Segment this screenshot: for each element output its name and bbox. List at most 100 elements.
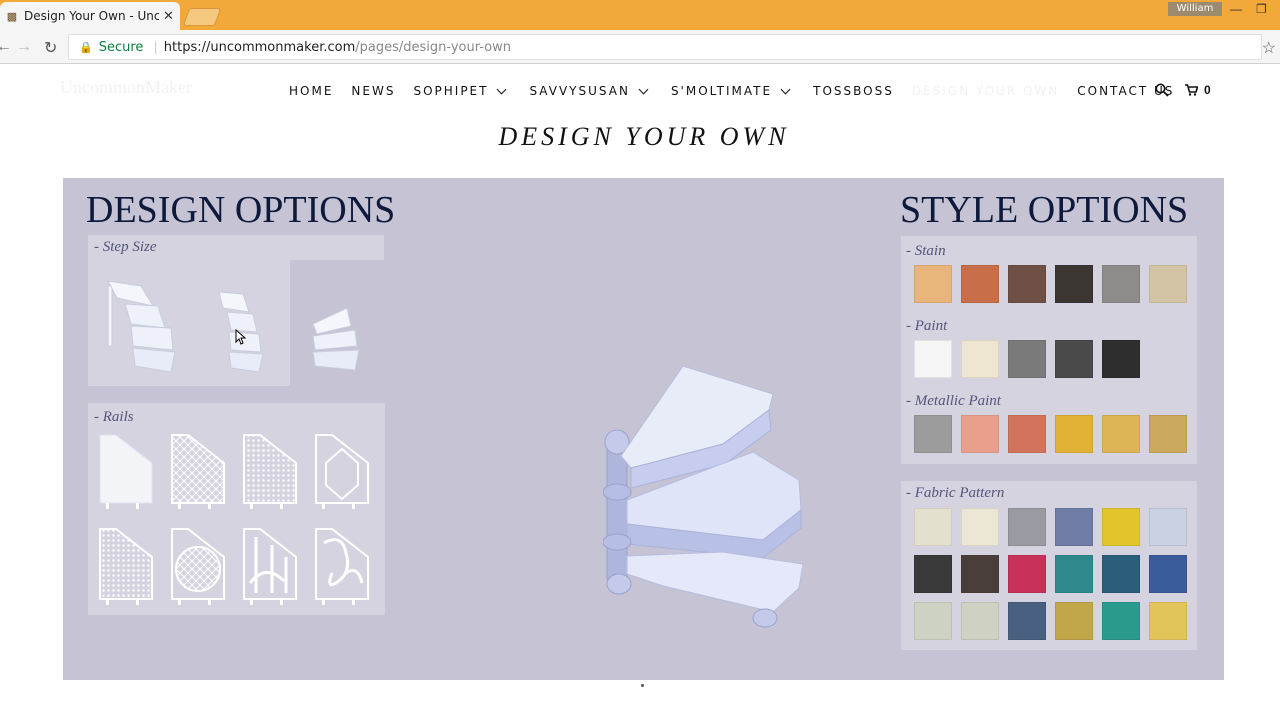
fabric-swatch[interactable] <box>914 508 952 546</box>
cart-count: 0 <box>1204 83 1211 97</box>
nav-news[interactable]: NEWS <box>351 84 395 98</box>
metallic-swatch[interactable] <box>1055 415 1093 453</box>
fabric-swatch[interactable] <box>1055 602 1093 640</box>
tab-close-icon[interactable]: ✕ <box>163 8 174 24</box>
fabric-swatch[interactable] <box>1102 555 1140 593</box>
fabric-swatch[interactable] <box>1149 555 1187 593</box>
address-toolbar: ← → ↻ 🔒 Secure | https://uncommonmaker.c… <box>0 30 1280 64</box>
fabric-pattern-label: - Fabric Pattern <box>906 485 1005 501</box>
cart-button[interactable]: 0 <box>1185 83 1211 97</box>
chevron-down-icon <box>638 84 649 94</box>
metallic-swatch[interactable] <box>961 415 999 453</box>
search-icon[interactable] <box>1155 83 1169 97</box>
rail-option-ornate[interactable] <box>315 528 369 605</box>
tab-title: Design Your Own - Unco <box>24 9 159 23</box>
scroll-indicator <box>641 684 644 687</box>
minimize-icon[interactable]: — <box>1230 2 1242 16</box>
chevron-down-icon <box>780 84 791 94</box>
site-logo[interactable]: UncommonMaker <box>60 77 192 98</box>
page-title: DESIGN YOUR OWN <box>498 122 790 151</box>
rail-option-scroll[interactable] <box>243 528 297 605</box>
stain-swatch[interactable] <box>1102 265 1140 303</box>
fabric-swatch[interactable] <box>1102 602 1140 640</box>
design-options-heading: DESIGN OPTIONS <box>86 189 396 231</box>
fabric-swatch[interactable] <box>1055 555 1093 593</box>
stair-3d-preview[interactable] <box>603 360 823 640</box>
forward-arrow-icon[interactable]: → <box>16 38 32 56</box>
url-bar[interactable]: 🔒 Secure | https://uncommonmaker.com/pag… <box>68 34 1262 60</box>
fabric-swatch[interactable] <box>961 602 999 640</box>
secure-label: Secure <box>98 39 144 55</box>
rails-label: - Rails <box>94 409 134 425</box>
nav-tossboss[interactable]: TOSSBOSS <box>813 84 894 98</box>
stain-swatch[interactable] <box>1149 265 1187 303</box>
rail-option-geometric[interactable] <box>315 434 369 509</box>
url-path: /pages/design-your-own <box>355 39 511 55</box>
fabric-swatch[interactable] <box>1149 508 1187 546</box>
paint-label: - Paint <box>906 318 948 334</box>
fabric-swatch[interactable] <box>961 508 999 546</box>
stain-swatch[interactable] <box>1055 265 1093 303</box>
rail-option-lattice[interactable] <box>171 434 225 509</box>
metallic-paint-label: - Metallic Paint <box>906 393 1001 409</box>
nav-label: SAVVYSUSAN <box>529 84 630 98</box>
nav-label: S'MOLTIMATE <box>670 84 773 98</box>
nav-savvysusan[interactable]: SAVVYSUSAN <box>529 84 652 98</box>
browser-titlebar: ▩ Design Your Own - Unco ✕ William — ❐ <box>0 0 1280 30</box>
metallic-swatch[interactable] <box>1102 415 1140 453</box>
step-size-large-option[interactable] <box>103 276 187 376</box>
back-arrow-icon[interactable]: ← <box>0 38 12 56</box>
rail-option-medallion[interactable] <box>171 528 225 605</box>
rails-options <box>99 434 369 605</box>
step-size-label: - Step Size <box>94 239 157 255</box>
main-nav: HOME NEWS SOPHIPET SAVVYSUSAN S'MOLTIMAT… <box>289 84 1192 98</box>
paint-swatch[interactable] <box>961 340 999 378</box>
fabric-swatch[interactable] <box>1008 555 1046 593</box>
nav-smoltimate[interactable]: S'MOLTIMATE <box>671 84 795 98</box>
metallic-swatch[interactable] <box>914 415 952 453</box>
stain-swatch[interactable] <box>1008 265 1046 303</box>
paint-swatch[interactable] <box>1102 340 1140 378</box>
cart-icon <box>1185 84 1198 96</box>
paint-swatch[interactable] <box>1008 340 1046 378</box>
nav-label: DESIGN YOUR OWN <box>911 84 1060 98</box>
fabric-swatch[interactable] <box>914 602 952 640</box>
lock-icon: 🔒 <box>79 40 93 54</box>
fabric-swatch[interactable] <box>914 555 952 593</box>
step-size-small-option[interactable] <box>309 306 367 378</box>
url-host: https://uncommonmaker.com <box>163 39 356 55</box>
reload-icon[interactable]: ↻ <box>44 38 57 58</box>
fabric-swatch[interactable] <box>1055 508 1093 546</box>
fabric-swatch[interactable] <box>1008 602 1046 640</box>
mouse-cursor-icon <box>235 329 247 345</box>
metallic-swatch[interactable] <box>1008 415 1046 453</box>
restore-icon[interactable]: ❐ <box>1256 2 1267 16</box>
style-options-heading: STYLE OPTIONS <box>900 189 1189 231</box>
nav-label: SOPHIPET <box>413 84 489 98</box>
stain-swatch[interactable] <box>914 265 952 303</box>
stain-label: - Stain <box>906 243 946 259</box>
rail-option-plain[interactable] <box>99 434 153 509</box>
fabric-swatch[interactable] <box>1008 508 1046 546</box>
browser-tab[interactable]: ▩ Design Your Own - Unco ✕ <box>0 2 180 30</box>
stain-swatch[interactable] <box>961 265 999 303</box>
rail-option-mesh[interactable] <box>243 434 297 509</box>
rail-option-floral[interactable] <box>99 528 153 605</box>
bookmark-star-icon[interactable]: ☆ <box>1262 38 1276 58</box>
nav-home[interactable]: HOME <box>289 84 333 98</box>
designer-panel: DESIGN OPTIONS STYLE OPTIONS - Step Size… <box>63 178 1224 680</box>
paint-swatch[interactable] <box>914 340 952 378</box>
url-separator: | <box>153 39 158 55</box>
header-icons: 0 <box>1155 83 1211 97</box>
fabric-swatch[interactable] <box>1149 602 1187 640</box>
nav-sophipet[interactable]: SOPHIPET <box>413 84 511 98</box>
paint-swatch[interactable] <box>1055 340 1093 378</box>
profile-name[interactable]: William <box>1168 2 1222 16</box>
site-favicon-icon: ▩ <box>6 10 18 23</box>
nav-design-your-own[interactable]: DESIGN YOUR OWN <box>912 84 1059 98</box>
fabric-swatch[interactable] <box>961 555 999 593</box>
new-tab-button[interactable] <box>182 8 222 26</box>
nav-label: TOSSBOSS <box>813 84 894 98</box>
fabric-swatch[interactable] <box>1102 508 1140 546</box>
metallic-swatch[interactable] <box>1149 415 1187 453</box>
